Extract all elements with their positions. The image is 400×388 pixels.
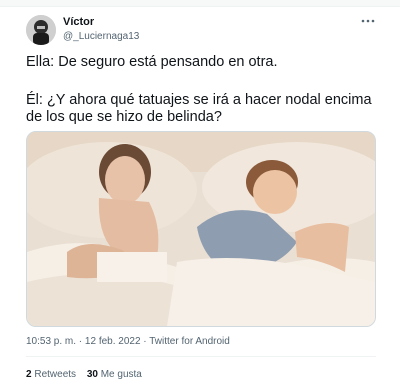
- meta-separator: ·: [140, 336, 150, 347]
- tweet-text-line: Él: ¿Y ahora qué tatuajes se irá a hacer…: [26, 92, 372, 108]
- handle[interactable]: @_Luciernaga13: [63, 31, 139, 42]
- display-name[interactable]: Víctor: [63, 16, 94, 28]
- retweets-count: 2: [26, 369, 32, 380]
- tweet-stats: 2 Retweets 30 Me gusta: [26, 369, 150, 380]
- likes-count: 30: [86, 369, 98, 380]
- avatar-image: [26, 15, 56, 45]
- top-border: [0, 0, 400, 7]
- avatar[interactable]: [26, 15, 56, 45]
- tweet-date[interactable]: 12 feb. 2022: [85, 336, 141, 347]
- tweet-card: Víctor @_Luciernaga13 Ella: De seguro es…: [0, 0, 400, 388]
- more-horizontal-icon[interactable]: [360, 14, 376, 28]
- tweet-text-line: de los que se hizo de belinda?: [26, 109, 222, 125]
- tweet-media-image[interactable]: [26, 131, 376, 327]
- divider: [26, 356, 376, 357]
- tweet-meta: 10:53 p. m. · 12 feb. 2022 · Twitter for…: [26, 336, 230, 347]
- retweets-stat[interactable]: 2 Retweets: [26, 369, 76, 380]
- meta-separator: ·: [76, 336, 85, 347]
- tweet-time[interactable]: 10:53 p. m.: [26, 336, 76, 347]
- tweet-source: Twitter for Android: [149, 336, 230, 347]
- likes-label: Me gusta: [100, 369, 142, 380]
- bed-couple-photo: [27, 132, 375, 326]
- tweet-text-line: Ella: De seguro está pensando en otra.: [26, 54, 278, 70]
- likes-stat[interactable]: 30 Me gusta: [87, 369, 142, 380]
- retweets-label: Retweets: [34, 369, 77, 380]
